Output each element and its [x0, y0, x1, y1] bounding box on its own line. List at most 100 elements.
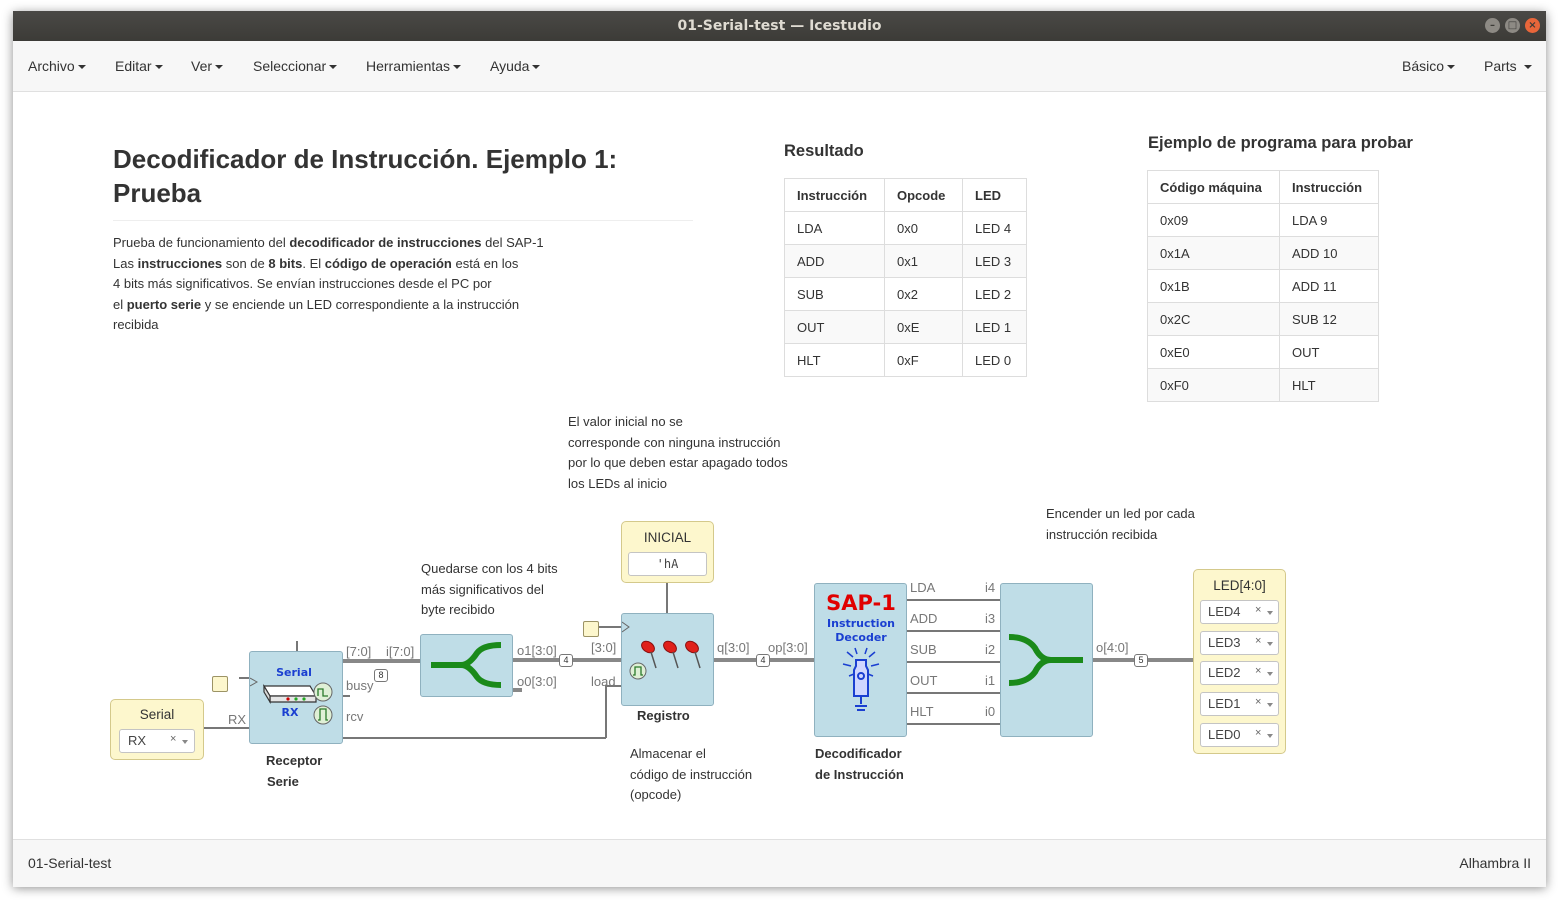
- inicial-label: INICIAL: [643, 530, 692, 545]
- bus-width-badge: 4: [559, 654, 573, 667]
- port-busy-label: busy: [346, 678, 374, 693]
- led-output-block[interactable]: LED[4:0] LED4 × LED3 × LED2 × LED1 × LED…: [1193, 569, 1286, 754]
- menu-editar[interactable]: Editar: [115, 58, 163, 74]
- port-i2-label: i2: [985, 642, 996, 657]
- desc-bold: 8 bits: [268, 255, 303, 271]
- block-label-line: Serie: [267, 774, 299, 789]
- page-title: Decodificador de Instrucción. Ejemplo 1:…: [113, 142, 693, 221]
- desc-bold: puerto serie: [126, 296, 202, 312]
- dropdown-caret-icon[interactable]: [1267, 642, 1273, 646]
- dropdown-caret-icon[interactable]: [1267, 734, 1273, 738]
- menu-parts-label: Parts: [1484, 58, 1517, 74]
- clear-icon[interactable]: ×: [1255, 727, 1261, 739]
- design-canvas[interactable]: Decodificador de Instrucción. Ejemplo 1:…: [13, 92, 1546, 839]
- note-line: Encender un led por cada: [1046, 506, 1195, 521]
- receptor-block[interactable]: Serial RX: [249, 651, 343, 744]
- splitter-block[interactable]: [420, 634, 513, 697]
- menu-ayuda[interactable]: Ayuda: [490, 58, 541, 74]
- desc-bold: instrucciones: [137, 255, 223, 271]
- dropdown-caret-icon[interactable]: [1267, 611, 1273, 615]
- led-pin-select[interactable]: LED2 ×: [1200, 661, 1279, 685]
- menubar: Archivo Editar Ver Seleccionar Herramien…: [13, 41, 1546, 92]
- port-load-label: load: [591, 674, 616, 689]
- dropdown-caret-icon[interactable]: [182, 740, 188, 744]
- wire-add[interactable]: [906, 630, 1001, 632]
- led-pin-select[interactable]: LED0 ×: [1200, 723, 1279, 747]
- serial-icon-bottom-text: RX: [282, 706, 299, 719]
- menu-basico[interactable]: Básico: [1402, 58, 1456, 74]
- desc-text: Las: [113, 255, 138, 271]
- menu-ver[interactable]: Ver: [191, 58, 224, 74]
- clear-icon[interactable]: ×: [1255, 696, 1261, 708]
- ejemplo-table: Código máquina Instrucción 0x09 LDA 9 0x1A…: [1147, 170, 1379, 402]
- led-pin-select[interactable]: LED4 ×: [1200, 600, 1279, 624]
- menu-ayuda-label: Ayuda: [490, 58, 530, 74]
- port-out-label: OUT: [910, 673, 938, 688]
- dropdown-caret-icon[interactable]: [1267, 703, 1273, 707]
- table-header: Código máquina: [1147, 170, 1280, 204]
- table-header: Instrucción: [784, 178, 885, 212]
- note-line: instrucción recibida: [1046, 526, 1158, 542]
- menu-basico-label: Básico: [1402, 58, 1445, 74]
- dropdown-caret-icon[interactable]: [1267, 672, 1273, 676]
- wire-rcv-up[interactable]: [605, 685, 607, 738]
- minimize-icon[interactable]: –: [1485, 18, 1500, 33]
- led-pin-select[interactable]: LED1 ×: [1200, 692, 1279, 716]
- port-q-label: q[3:0]: [717, 640, 750, 655]
- decoder-block[interactable]: SAP-1 Instruction Decoder: [814, 583, 907, 737]
- table-row: 0xE0 OUT: [1147, 335, 1379, 369]
- led-pin-select[interactable]: LED3 ×: [1200, 631, 1279, 655]
- close-icon[interactable]: ×: [1525, 18, 1540, 33]
- wire-clk-rx[interactable]: [239, 677, 249, 679]
- bus-width-badge: 4: [756, 654, 770, 667]
- menu-archivo[interactable]: Archivo: [28, 58, 86, 74]
- table-row: HLT 0xF LED 0: [784, 343, 1027, 377]
- clear-icon[interactable]: ×: [1255, 665, 1261, 677]
- joiner-block[interactable]: [1000, 583, 1093, 737]
- chevron-down-icon: [77, 65, 86, 70]
- status-board-name[interactable]: Alhambra II: [1459, 855, 1531, 871]
- bus-data-8[interactable]: [342, 659, 420, 663]
- port-add-label: ADD: [910, 611, 938, 626]
- inicial-value-input[interactable]: 'hA: [628, 552, 707, 576]
- wire-inicial[interactable]: [666, 581, 668, 613]
- clear-icon[interactable]: ×: [1255, 604, 1261, 616]
- wire-hlt[interactable]: [906, 723, 1001, 725]
- join-icon: [1008, 634, 1083, 686]
- wire-out[interactable]: [906, 692, 1001, 694]
- serial-pin-select[interactable]: RX ×: [119, 729, 195, 753]
- table-cell: 0x1: [884, 244, 963, 278]
- table-header: LED: [962, 178, 1027, 212]
- serial-input-block[interactable]: Serial RX ×: [110, 699, 204, 760]
- clear-icon[interactable]: ×: [1255, 635, 1261, 647]
- clear-icon[interactable]: ×: [170, 733, 176, 745]
- table-row: 0xF0 HLT: [1147, 368, 1379, 402]
- wire-sub[interactable]: [906, 661, 1001, 663]
- registro-block[interactable]: [621, 613, 714, 706]
- desc-text: está en los: [451, 255, 519, 271]
- table-header: Opcode: [884, 178, 963, 212]
- sap1-decoder-icon: SAP-1 Instruction Decoder: [826, 591, 896, 711]
- menu-herramientas[interactable]: Herramientas: [366, 58, 462, 74]
- bus-width-badge: 8: [374, 669, 388, 682]
- clock-input[interactable]: [212, 676, 228, 692]
- wire-clk-reg[interactable]: [598, 626, 621, 628]
- menu-herramientas-label: Herramientas: [366, 58, 451, 74]
- note-inicial: El valor inicial no se corresponde con n…: [568, 412, 828, 494]
- note-line: byte recibido: [421, 602, 495, 617]
- wire-lda[interactable]: [906, 599, 1001, 601]
- clock-input[interactable]: [583, 621, 599, 637]
- wire-rx[interactable]: [199, 727, 249, 729]
- decoder-sub-text: Decoder: [835, 631, 887, 644]
- menu-archivo-label: Archivo: [28, 58, 75, 74]
- window-title: 01-Serial-test — Icestudio: [677, 18, 882, 34]
- menu-editar-label: Editar: [115, 58, 152, 74]
- statusbar: 01-Serial-test Alhambra II: [13, 839, 1546, 887]
- wire-rcv[interactable]: [342, 737, 606, 739]
- inicial-constant-block[interactable]: INICIAL 'hA: [621, 521, 714, 583]
- menu-seleccionar[interactable]: Seleccionar: [253, 58, 338, 74]
- table-cell: 0xE: [884, 310, 963, 344]
- port-i1-label: i1: [985, 673, 996, 688]
- maximize-icon[interactable]: □: [1505, 18, 1520, 33]
- menu-parts[interactable]: Parts: [1484, 58, 1532, 74]
